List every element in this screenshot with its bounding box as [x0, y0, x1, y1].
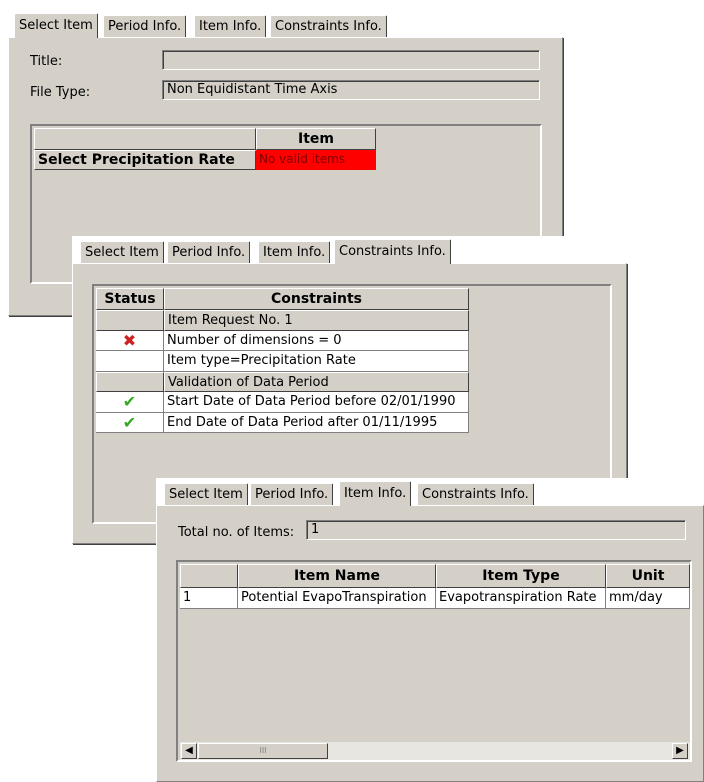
- tab-constraints-info[interactable]: Constraints Info.: [417, 483, 534, 505]
- status-header: Status: [96, 288, 164, 310]
- item-name-header: Item Name: [238, 564, 436, 588]
- status-cell: ✔: [96, 412, 164, 433]
- tab-period-info[interactable]: Period Info.: [103, 15, 187, 37]
- grid-corner-header: [180, 564, 238, 588]
- item-name-cell[interactable]: Potential EvapoTranspiration: [238, 588, 436, 609]
- tab-item-info[interactable]: Item Info.: [339, 481, 412, 506]
- constraint-text-cell: End Date of Data Period after 01/11/1995: [164, 412, 469, 433]
- constraints-header: Constraints: [164, 288, 469, 310]
- tab-select-item[interactable]: Select Item: [164, 483, 248, 505]
- tab-select-item[interactable]: Select Item: [80, 241, 164, 263]
- scroll-grip-icon: III: [259, 746, 267, 755]
- scroll-left-button[interactable]: ◀: [181, 743, 197, 759]
- total-items-label: Total no. of Items:: [178, 525, 295, 540]
- title-label: Title:: [30, 54, 63, 69]
- constraint-group-row: Item Request No. 1: [164, 310, 469, 331]
- scroll-right-button[interactable]: ▶: [672, 743, 688, 759]
- grid-item-header: Item: [256, 128, 376, 150]
- scroll-thumb[interactable]: III: [198, 743, 328, 759]
- status-cell: ✔: [96, 392, 164, 413]
- tab-period-info[interactable]: Period Info.: [167, 241, 251, 263]
- constraint-text-cell: Item type=Precipitation Rate: [164, 351, 469, 372]
- error-x-icon: ✖: [122, 330, 137, 350]
- checkmark-icon: ✔: [122, 412, 137, 432]
- status-cell: ✖: [96, 330, 164, 351]
- status-cell: [96, 371, 164, 392]
- tab-item-info[interactable]: Item Info.: [258, 241, 331, 263]
- constraint-text-cell: Number of dimensions = 0: [164, 330, 469, 351]
- tab-period-info[interactable]: Period Info.: [250, 483, 334, 505]
- row-number-cell: 1: [180, 588, 238, 609]
- tab-item-info[interactable]: Item Info.: [194, 15, 267, 37]
- arrow-right-icon: ▶: [676, 745, 684, 756]
- status-cell: [96, 310, 164, 331]
- checkmark-icon: ✔: [122, 392, 137, 411]
- unit-header: Unit: [606, 564, 690, 588]
- unit-cell[interactable]: mm/day: [606, 588, 690, 609]
- tab-select-item[interactable]: Select Item: [14, 13, 98, 38]
- title-field[interactable]: [162, 50, 540, 70]
- constraint-group-row: Validation of Data Period: [164, 371, 469, 392]
- status-cell: [96, 351, 164, 372]
- grid-row-value[interactable]: No valid items: [256, 150, 376, 170]
- grid-row-label: Select Precipitation Rate: [34, 150, 256, 170]
- tab-constraints-info[interactable]: Constraints Info.: [270, 15, 387, 37]
- item-type-cell[interactable]: Evapotranspiration Rate: [436, 588, 606, 609]
- tab-constraints-info[interactable]: Constraints Info.: [334, 239, 451, 264]
- file-type-label: File Type:: [30, 85, 91, 100]
- items-grid[interactable]: Item Name Item Type Unit 1 Potential Eva…: [176, 560, 692, 762]
- dialog-item-info: Select Item Period Info. Item Info. Cons…: [156, 478, 704, 782]
- total-items-field: 1: [306, 520, 686, 540]
- constraint-text-cell: Start Date of Data Period before 02/01/1…: [164, 392, 469, 413]
- arrow-left-icon: ◀: [185, 745, 193, 756]
- file-type-field: Non Equidistant Time Axis: [162, 80, 540, 100]
- grid-corner-header: [34, 128, 256, 150]
- horizontal-scrollbar[interactable]: ◀ III ▶: [180, 742, 690, 760]
- item-type-header: Item Type: [436, 564, 606, 588]
